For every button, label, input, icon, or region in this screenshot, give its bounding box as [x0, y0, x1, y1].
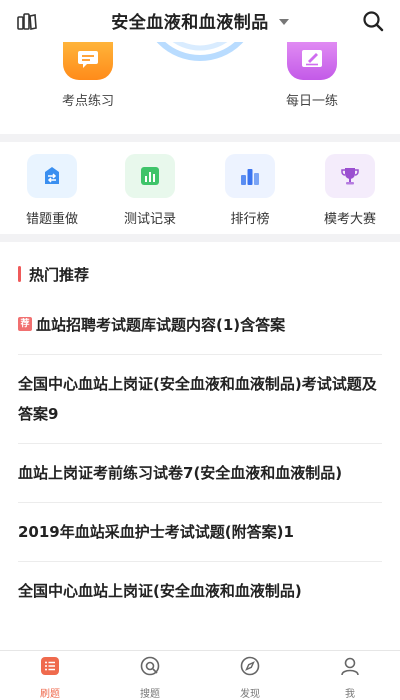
list-item-title: 全国中心血站上岗证(安全血液和血液制品)考试试题及答案9	[18, 375, 377, 423]
list-item-title: 血站上岗证考前练习试卷7(安全血液和血液制品)	[18, 464, 343, 482]
feature-ranking[interactable]: 排行榜	[210, 154, 290, 227]
feature-label: 排行榜	[230, 212, 270, 227]
quick-action-label: 考点练习	[61, 94, 114, 109]
list-item[interactable]: 血站上岗证考前练习试卷7(安全血液和血液制品)	[18, 444, 382, 503]
tab-practice[interactable]: 刷题	[10, 655, 90, 700]
section-divider	[0, 234, 400, 242]
chevron-down-icon	[278, 18, 289, 25]
list-item-title: 血站招聘考试题库试题内容(1)含答案	[36, 316, 286, 334]
feature-test-records[interactable]: 测试记录	[110, 154, 190, 227]
bottom-tab-bar: 刷题 搜题 发现 我	[0, 650, 400, 700]
recommend-tag-badge: 荐	[18, 316, 32, 331]
feature-label: 模考大赛	[323, 212, 376, 227]
list-icon	[41, 657, 59, 675]
tab-me[interactable]: 我	[310, 655, 390, 700]
feature-mock-contest[interactable]: 模考大赛	[310, 154, 390, 227]
list-item[interactable]: 全国中心血站上岗证(安全血液和血液制品)考试试题及答案9	[18, 355, 382, 444]
hot-recommendations: 热门推荐 荐血站招聘考试题库试题内容(1)含答案 全国中心血站上岗证(安全血液和…	[0, 242, 400, 652]
ranking-bars-icon	[225, 154, 275, 198]
tab-discover[interactable]: 发现	[210, 655, 290, 700]
quick-actions: 考点练习 每日一练	[0, 42, 400, 134]
edit-icon	[287, 42, 337, 80]
feature-wrong-redo[interactable]: 错题重做	[12, 154, 92, 227]
tab-label: 发现	[240, 689, 260, 700]
list-item[interactable]: 全国中心血站上岗证(安全血液和血液制品)	[18, 562, 382, 620]
feature-grid: 错题重做 测试记录 排行榜 模考大赛	[0, 142, 400, 232]
section-divider	[0, 134, 400, 142]
tab-label: 刷题	[40, 689, 60, 700]
section-accent-bar	[18, 266, 21, 282]
list-item[interactable]: 荐血站招聘考试题库试题内容(1)含答案	[18, 302, 382, 355]
redo-icon	[27, 154, 77, 198]
compass-icon	[240, 656, 260, 676]
trophy-icon	[325, 154, 375, 198]
page-title: 安全血液和血液制品	[111, 13, 269, 33]
feature-label: 错题重做	[25, 212, 78, 227]
section-title: 热门推荐	[29, 265, 90, 284]
quick-action-daily[interactable]: 每日一练	[257, 42, 367, 109]
user-icon	[341, 657, 359, 676]
top-header: 安全血液和血液制品	[0, 0, 400, 42]
recommendation-list: 荐血站招聘考试题库试题内容(1)含答案 全国中心血站上岗证(安全血液和血液制品)…	[18, 302, 382, 620]
list-item[interactable]: 2019年血站采血护士考试试题(附答案)1	[18, 503, 382, 562]
search-icon[interactable]	[362, 10, 384, 32]
decorative-arc	[156, 42, 244, 61]
quick-action-label: 每日一练	[285, 94, 338, 109]
tab-search-question[interactable]: 搜题	[110, 655, 190, 700]
subject-selector[interactable]: 安全血液和血液制品	[0, 8, 400, 33]
search-question-icon	[140, 656, 160, 676]
quick-action-practice[interactable]: 考点练习	[33, 42, 143, 109]
list-item-title: 2019年血站采血护士考试试题(附答案)1	[18, 523, 294, 541]
tab-label: 我	[345, 689, 355, 700]
feature-label: 测试记录	[123, 212, 176, 227]
list-item-title: 全国中心血站上岗证(安全血液和血液制品)	[18, 582, 302, 600]
section-header: 热门推荐	[18, 264, 89, 284]
message-icon	[63, 42, 113, 80]
app-page: 安全血液和血液制品 考点练习 每日一练 错题重做 测试记录 排行榜 模考大赛 热…	[0, 0, 400, 700]
record-chart-icon	[125, 154, 175, 198]
tab-label: 搜题	[140, 689, 160, 700]
